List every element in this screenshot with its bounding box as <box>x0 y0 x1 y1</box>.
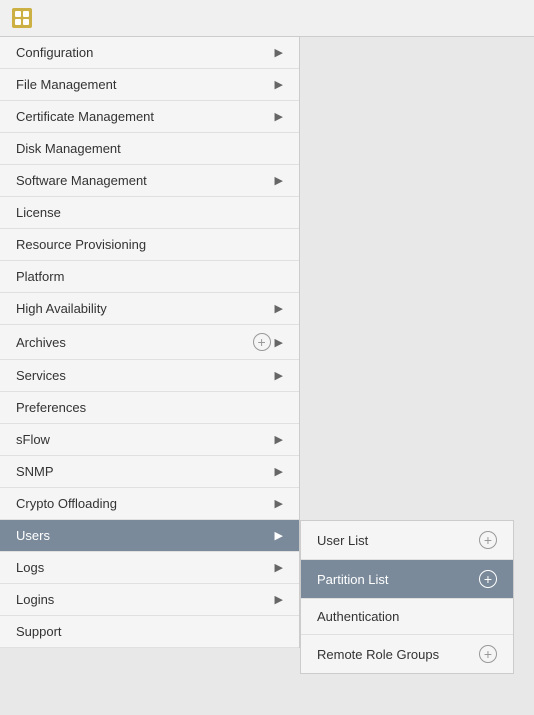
menu-item-label-resource-provisioning: Resource Provisioning <box>16 237 283 252</box>
menu-item-resource-provisioning[interactable]: Resource Provisioning <box>0 229 299 261</box>
submenu-plus-icon-partition-list[interactable]: + <box>479 570 497 588</box>
submenu-plus-icon-user-list[interactable]: + <box>479 531 497 549</box>
menu-item-label-crypto-offloading: Crypto Offloading <box>16 496 275 511</box>
menu-item-label-services: Services <box>16 368 275 383</box>
menu-item-configuration[interactable]: Configuration▶ <box>0 37 299 69</box>
arrow-icon-archives: ▶ <box>275 336 283 349</box>
menu-item-disk-management[interactable]: Disk Management <box>0 133 299 165</box>
menu-item-label-platform: Platform <box>16 269 283 284</box>
menu-item-label-preferences: Preferences <box>16 400 283 415</box>
menu-item-software-management[interactable]: Software Management▶ <box>0 165 299 197</box>
menu-item-label-logins: Logins <box>16 592 275 607</box>
submenu-item-remote-role-groups[interactable]: Remote Role Groups + <box>301 635 513 673</box>
primary-menu: Configuration▶File Management▶Certificat… <box>0 37 300 648</box>
menu-item-label-users: Users <box>16 528 275 543</box>
arrow-icon-sflow: ▶ <box>275 433 283 446</box>
menu-item-label-logs: Logs <box>16 560 275 575</box>
menu-item-license[interactable]: License <box>0 197 299 229</box>
menu-item-label-high-availability: High Availability <box>16 301 275 316</box>
arrow-icon-software-management: ▶ <box>275 174 283 187</box>
menu-item-logs[interactable]: Logs▶ <box>0 552 299 584</box>
menu-item-archives[interactable]: Archives+ ▶ <box>0 325 299 360</box>
menu-item-label-certificate-management: Certificate Management <box>16 109 275 124</box>
menu-item-sflow[interactable]: sFlow▶ <box>0 424 299 456</box>
menu-item-file-management[interactable]: File Management▶ <box>0 69 299 101</box>
submenu-plus-icon-remote-role-groups[interactable]: + <box>479 645 497 663</box>
submenu-item-authentication[interactable]: Authentication <box>301 599 513 635</box>
header <box>0 0 534 37</box>
arrow-icon-users: ▶ <box>275 529 283 542</box>
submenu-item-label-authentication: Authentication <box>317 609 399 624</box>
menu-item-platform[interactable]: Platform <box>0 261 299 293</box>
menu-item-label-software-management: Software Management <box>16 173 275 188</box>
arrow-icon-logs: ▶ <box>275 561 283 574</box>
menu-item-label-sflow: sFlow <box>16 432 275 447</box>
submenu-item-label-partition-list: Partition List <box>317 572 389 587</box>
submenu-item-partition-list[interactable]: Partition List + <box>301 560 513 599</box>
menu-container: Configuration▶File Management▶Certificat… <box>0 37 534 648</box>
arrow-icon-certificate-management: ▶ <box>275 110 283 123</box>
submenu-item-user-list[interactable]: User List + <box>301 521 513 560</box>
menu-item-label-support: Support <box>16 624 283 639</box>
menu-item-label-archives: Archives <box>16 335 253 350</box>
menu-item-snmp[interactable]: SNMP▶ <box>0 456 299 488</box>
menu-item-label-configuration: Configuration <box>16 45 275 60</box>
arrow-icon-crypto-offloading: ▶ <box>275 497 283 510</box>
arrow-icon-configuration: ▶ <box>275 46 283 59</box>
menu-item-certificate-management[interactable]: Certificate Management▶ <box>0 101 299 133</box>
system-icon <box>10 6 34 30</box>
menu-item-support[interactable]: Support <box>0 616 299 648</box>
arrow-icon-logins: ▶ <box>275 593 283 606</box>
menu-item-high-availability[interactable]: High Availability▶ <box>0 293 299 325</box>
menu-item-label-file-management: File Management <box>16 77 275 92</box>
menu-item-users[interactable]: Users▶ <box>0 520 299 552</box>
arrow-icon-high-availability: ▶ <box>275 302 283 315</box>
submenu: User List + Partition List + Authentication R… <box>300 520 514 674</box>
submenu-item-label-remote-role-groups: Remote Role Groups <box>317 647 439 662</box>
plus-icon-archives[interactable]: + <box>253 333 271 351</box>
arrow-icon-services: ▶ <box>275 369 283 382</box>
menu-item-label-disk-management: Disk Management <box>16 141 283 156</box>
menu-item-logins[interactable]: Logins▶ <box>0 584 299 616</box>
arrow-icon-file-management: ▶ <box>275 78 283 91</box>
menu-item-label-license: License <box>16 205 283 220</box>
menu-item-preferences[interactable]: Preferences <box>0 392 299 424</box>
menu-item-crypto-offloading[interactable]: Crypto Offloading▶ <box>0 488 299 520</box>
menu-item-label-snmp: SNMP <box>16 464 275 479</box>
arrow-icon-snmp: ▶ <box>275 465 283 478</box>
menu-item-services[interactable]: Services▶ <box>0 360 299 392</box>
submenu-item-label-user-list: User List <box>317 533 368 548</box>
